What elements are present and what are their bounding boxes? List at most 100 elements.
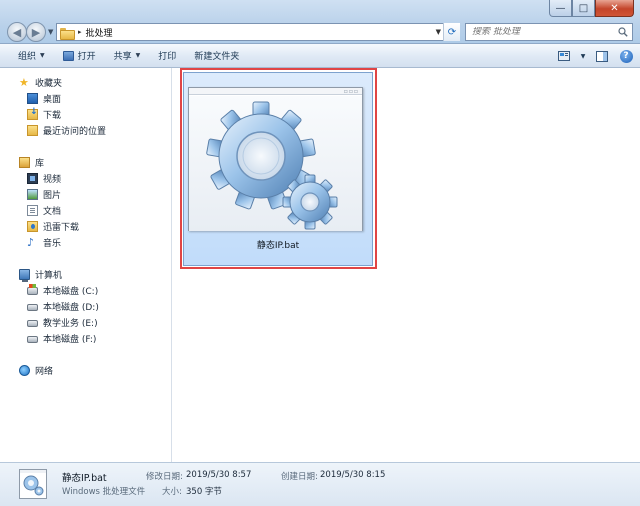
file-list-area[interactable]: ▫▫▫ 静态IP.bat: [172, 68, 640, 462]
thumbnail-body: [189, 96, 362, 231]
sidebar-item-label: 下载: [43, 110, 62, 121]
sidebar-item-label: 教学业务 (E:): [43, 318, 98, 329]
preview-pane-icon: [596, 50, 608, 62]
search-box[interactable]: [465, 23, 633, 41]
open-label: 打开: [77, 52, 96, 62]
close-button[interactable]: ✕: [595, 0, 634, 17]
chevron-down-icon: ▼: [40, 52, 45, 59]
system-drive-icon: [27, 284, 38, 295]
picture-icon: [27, 188, 38, 200]
recent-places-icon: [27, 124, 38, 136]
file-name[interactable]: 静态IP.bat: [184, 238, 372, 251]
created-date-value: 2019/5/30 8:15: [320, 470, 386, 480]
sidebar-item-music[interactable]: ♪ 音乐: [27, 234, 61, 250]
change-view-button[interactable]: [554, 46, 574, 66]
sidebar-item-desktop[interactable]: 桌面: [27, 90, 61, 106]
file-item[interactable]: ▫▫▫ 静态IP.bat: [183, 72, 373, 266]
sidebar-item-label: 最近访问的位置: [43, 126, 107, 137]
sidebar-item-drive-c[interactable]: 本地磁盘 (C:): [27, 282, 98, 298]
documents-icon: [27, 204, 38, 216]
window-titlebar: — □ ✕ ◀ ▶ ▼ ▸ 批处理 ▼ ⟳: [0, 0, 640, 44]
organize-label: 组织: [18, 52, 37, 62]
created-date-label: 创建日期:: [281, 472, 318, 482]
print-button[interactable]: 打印: [149, 44, 185, 68]
drive-icon: [27, 319, 38, 327]
download-icon: [27, 107, 38, 120]
library-icon: [19, 156, 30, 168]
sidebar-item-label: 图片: [43, 190, 62, 201]
sidebar-item-label: 本地磁盘 (F:): [43, 334, 97, 345]
view-icon: [558, 51, 570, 61]
details-file-type: Windows 批处理文件: [62, 487, 146, 497]
sidebar-group-network[interactable]: 网络: [19, 362, 53, 378]
sidebar-item-drive-f[interactable]: 本地磁盘 (F:): [27, 330, 96, 346]
drive-icon: [27, 303, 38, 311]
share-label: 共享: [113, 52, 132, 62]
sidebar-item-label: 视频: [43, 174, 62, 185]
details-pane: 静态IP.bat Windows 批处理文件 修改日期: 2019/5/30 8…: [0, 462, 640, 506]
maximize-button[interactable]: □: [572, 0, 595, 17]
address-history-dropdown[interactable]: ▼: [436, 28, 441, 36]
thunder-download-icon: [27, 220, 38, 232]
batch-gears-icon: [20, 470, 46, 496]
chevron-down-icon: ▼: [135, 52, 141, 59]
sidebar-group-favorites[interactable]: ★ 收藏夹: [19, 74, 62, 90]
sidebar-item-drive-e[interactable]: 教学业务 (E:): [27, 314, 98, 330]
desktop-icon: [27, 92, 38, 104]
details-file-name: 静态IP.bat: [62, 473, 107, 484]
sidebar-group-label: 计算机: [35, 270, 63, 281]
breadcrumb-current-folder[interactable]: 批处理: [86, 26, 113, 39]
recent-pages-dropdown[interactable]: ▼: [48, 28, 53, 36]
help-button[interactable]: ?: [616, 46, 636, 66]
thumbnail-window-bar: ▫▫▫: [189, 88, 362, 95]
view-options-dropdown[interactable]: ▼: [578, 46, 588, 66]
sidebar-item-label: 桌面: [43, 94, 62, 105]
sidebar-item-thunder-download[interactable]: 迅雷下载: [27, 218, 79, 234]
modified-date-label: 修改日期:: [146, 472, 183, 482]
video-icon: [27, 172, 38, 184]
drive-icon: [27, 335, 38, 343]
music-icon: ♪: [27, 235, 35, 249]
refresh-button[interactable]: ⟳: [443, 23, 460, 41]
open-button[interactable]: 打开: [54, 44, 105, 68]
new-folder-button[interactable]: 新建文件夹: [185, 44, 248, 68]
open-icon: [62, 50, 74, 61]
print-label: 打印: [158, 52, 177, 62]
sidebar-group-computer[interactable]: 计算机: [19, 266, 62, 282]
address-bar[interactable]: ▸ 批处理 ▼: [56, 23, 460, 41]
window-controls: — □ ✕: [549, 0, 634, 18]
help-icon: ?: [619, 49, 633, 63]
sidebar-group-label: 网络: [35, 366, 54, 377]
sidebar-item-pictures[interactable]: 图片: [27, 186, 61, 202]
forward-button[interactable]: ▶: [26, 22, 46, 42]
folder-icon: [60, 27, 75, 40]
minimize-button[interactable]: —: [549, 0, 572, 17]
sidebar-item-label: 本地磁盘 (D:): [43, 302, 99, 313]
size-value: 350 字节: [186, 487, 222, 497]
size-label: 大小:: [162, 487, 182, 497]
arrow-right-icon: ▶: [31, 25, 41, 39]
preview-pane-button[interactable]: [592, 46, 612, 66]
sidebar-item-downloads[interactable]: 下载: [27, 106, 61, 122]
search-icon[interactable]: [618, 27, 628, 37]
navigation-pane: ★ 收藏夹 桌面 下载 最近访问的位置 库 视频 图片 文档 迅雷下载 ♪ 音乐: [0, 68, 172, 462]
sidebar-item-label: 音乐: [43, 238, 62, 249]
sidebar-group-libraries[interactable]: 库: [19, 154, 44, 170]
star-icon: ★: [19, 75, 29, 89]
new-folder-label: 新建文件夹: [194, 52, 240, 62]
breadcrumb-separator[interactable]: ▸: [78, 28, 82, 36]
search-input[interactable]: [472, 27, 612, 37]
sidebar-item-label: 文档: [43, 206, 62, 217]
organize-menu[interactable]: 组织 ▼: [0, 44, 54, 68]
refresh-icon: ⟳: [447, 26, 457, 38]
batch-gears-icon: [206, 101, 338, 230]
sidebar-item-label: 迅雷下载: [43, 222, 80, 233]
toolbar-right-group: ▼ ?: [554, 44, 640, 68]
sidebar-item-drive-d[interactable]: 本地磁盘 (D:): [27, 298, 99, 314]
sidebar-item-recent-places[interactable]: 最近访问的位置: [27, 122, 106, 138]
command-toolbar: 组织 ▼ 打开 共享 ▼ 打印 新建文件夹 ▼ ?: [0, 44, 640, 68]
sidebar-item-documents[interactable]: 文档: [27, 202, 61, 218]
sidebar-item-videos[interactable]: 视频: [27, 170, 61, 186]
back-button[interactable]: ◀: [7, 22, 27, 42]
share-menu[interactable]: 共享 ▼: [105, 44, 150, 68]
